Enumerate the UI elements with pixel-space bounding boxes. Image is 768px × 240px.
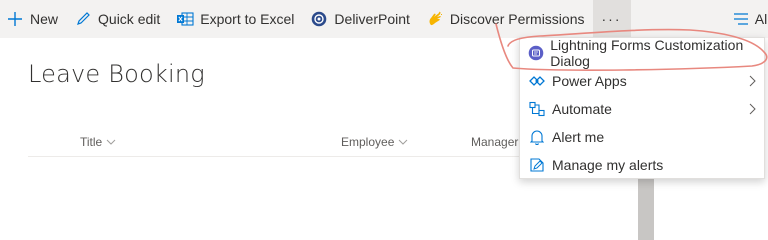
column-header-label: Employee: [341, 135, 395, 149]
quick-edit-button[interactable]: Quick edit: [66, 0, 168, 38]
all-items-view-button[interactable]: All It: [733, 0, 768, 38]
more-label: ···: [601, 11, 622, 27]
deliverpoint-icon: [310, 10, 328, 28]
discover-label: Discover Permissions: [449, 11, 585, 27]
menu-item-manage-alerts[interactable]: Manage my alerts: [520, 151, 764, 179]
column-header-label: Manager: [471, 135, 519, 149]
deliverpoint-label: DeliverPoint: [334, 11, 410, 27]
menu-item-power-apps[interactable]: Power Apps: [520, 67, 764, 95]
column-header-label: Title: [80, 135, 103, 149]
menu-item-label: Manage my alerts: [552, 157, 664, 173]
column-header-title[interactable]: Title: [80, 135, 116, 149]
menu-item-label: Lightning Forms Customization Dialog: [550, 37, 744, 69]
hand-icon: [426, 10, 444, 28]
menu-item-automate[interactable]: Automate: [520, 95, 764, 123]
quick-edit-label: Quick edit: [98, 11, 161, 27]
discover-permissions-button[interactable]: Discover Permissions: [418, 0, 593, 38]
chevron-down-icon: [106, 138, 116, 146]
menu-item-lightning-forms[interactable]: Lightning Forms Customization Dialog: [520, 37, 764, 69]
chevron-right-icon: [748, 75, 756, 87]
more-button[interactable]: ···: [592, 0, 631, 38]
menu-item-label: Power Apps: [552, 73, 627, 89]
menu-item-label: Alert me: [552, 129, 605, 145]
more-actions-menu: Lightning Forms Customization Dialog Pow…: [519, 37, 765, 179]
excel-icon: [176, 10, 194, 28]
page-title: Leave Booking: [28, 60, 205, 88]
plus-icon: [6, 10, 24, 28]
menu-item-alert-me[interactable]: Alert me: [520, 123, 764, 151]
all-items-label: All It: [754, 11, 768, 27]
list-view-icon: [733, 12, 749, 26]
power-apps-icon: [528, 72, 546, 90]
export-label: Export to Excel: [200, 11, 295, 27]
edit-alerts-icon: [528, 156, 546, 174]
chevron-down-icon: [398, 138, 408, 146]
pencil-icon: [74, 10, 92, 28]
column-header-employee[interactable]: Employee: [341, 135, 408, 149]
lightning-forms-icon: [528, 44, 544, 62]
export-excel-button[interactable]: Export to Excel: [168, 0, 302, 38]
automate-icon: [528, 100, 546, 118]
new-button[interactable]: New: [0, 0, 66, 38]
new-label: New: [30, 11, 59, 27]
chevron-right-icon: [748, 103, 756, 115]
bell-icon: [528, 128, 546, 146]
menu-item-label: Automate: [552, 101, 612, 117]
command-bar: New Quick edit Export to Excel DeliverPo…: [0, 0, 768, 38]
deliverpoint-button[interactable]: DeliverPoint: [302, 0, 417, 38]
